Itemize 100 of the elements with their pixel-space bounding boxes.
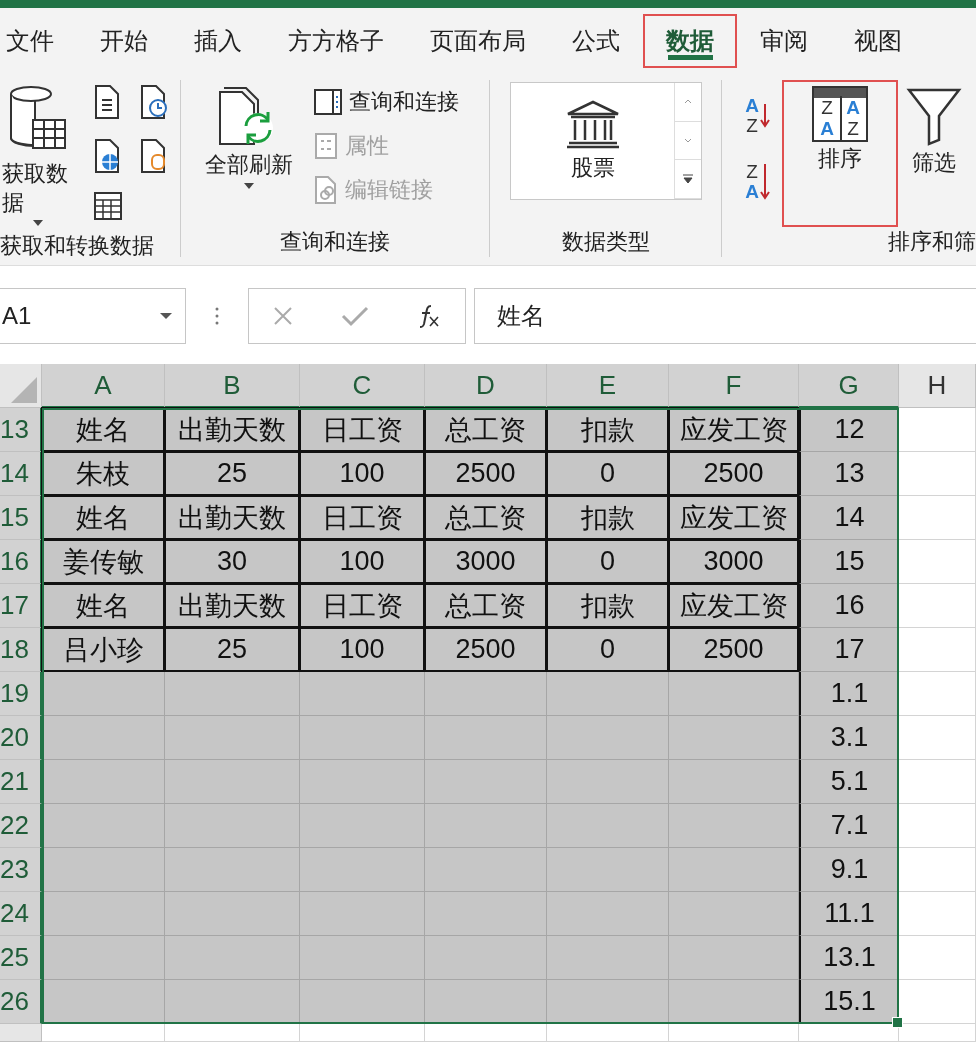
column-header[interactable]: A — [42, 364, 165, 408]
close-icon — [272, 305, 295, 327]
table-icon[interactable] — [93, 191, 123, 222]
fill-handle[interactable] — [892, 1017, 903, 1028]
row-header[interactable]: 24 — [0, 892, 42, 936]
panel-icon — [313, 88, 343, 116]
table-cell: 应发工资 — [668, 583, 799, 628]
sort-descending-button[interactable]: Z A — [742, 160, 776, 204]
stocks-button[interactable]: 股票 — [511, 83, 675, 199]
ribbon-tab[interactable]: 视图 — [831, 14, 925, 68]
table-cell: 姓名 — [41, 583, 165, 628]
table-cell: 3000 — [424, 539, 547, 584]
table-cell: 100 — [299, 451, 425, 496]
ribbon-group-label: 数据类型 — [560, 228, 651, 256]
table-cell: 应发工资 — [668, 407, 799, 452]
row-header[interactable]: 18 — [0, 628, 42, 672]
get-data-button[interactable]: 获取数据 — [0, 80, 80, 232]
filter-icon — [906, 86, 962, 146]
ribbon-group-label: 获取和转换数据 — [0, 232, 155, 261]
column-header[interactable]: H — [899, 364, 976, 408]
table-cell: 朱枝 — [41, 451, 165, 496]
ribbon-tab[interactable]: 开始 — [77, 14, 171, 68]
column-header[interactable]: C — [300, 364, 425, 408]
row-header[interactable]: 16 — [0, 540, 42, 584]
row-header[interactable]: 26 — [0, 980, 42, 1024]
table-cell: 总工资 — [424, 495, 547, 540]
table-cell: 30 — [164, 539, 300, 584]
table-cell: 15.1 — [799, 980, 899, 1024]
caret-icon — [684, 138, 693, 143]
row-header[interactable]: 17 — [0, 584, 42, 628]
table-cell: 3.1 — [799, 716, 899, 760]
table-cell: 0 — [546, 539, 669, 584]
row-header[interactable]: 14 — [0, 452, 42, 496]
table-cell: 总工资 — [424, 583, 547, 628]
table-cell: 3000 — [668, 539, 799, 584]
table-cell: 13 — [799, 452, 899, 496]
row-header[interactable]: 23 — [0, 848, 42, 892]
row-header[interactable]: 21 — [0, 760, 42, 804]
more-icon — [215, 306, 219, 326]
ribbon-tab[interactable]: 数据 — [643, 14, 737, 68]
row-header[interactable]: 20 — [0, 716, 42, 760]
ribbon-tab[interactable]: 审阅 — [737, 14, 831, 68]
table-cell: 吕小珍 — [41, 627, 165, 672]
formula-field[interactable]: 姓名 — [474, 288, 976, 344]
table-cell: 16 — [799, 584, 899, 628]
row-header[interactable]: 13 — [0, 408, 42, 452]
table-cell: 2500 — [424, 627, 547, 672]
down-arrow-icon — [760, 104, 770, 128]
table-cell: 日工资 — [299, 407, 425, 452]
dropdown-icon — [159, 312, 173, 320]
table-cell: 姓名 — [41, 495, 165, 540]
document-icon[interactable] — [139, 84, 169, 120]
table-cell: 17 — [799, 628, 899, 672]
row-header[interactable]: 19 — [0, 672, 42, 716]
table-cell: 总工资 — [424, 407, 547, 452]
table-cell: 扣款 — [546, 495, 669, 540]
filter-button[interactable]: 筛选 — [904, 80, 964, 227]
table-cell: 12 — [799, 408, 899, 452]
triangle-icon — [11, 377, 37, 403]
sort-ascending-button[interactable]: A Z — [742, 94, 776, 138]
table-cell: 姓名 — [41, 407, 165, 452]
row-header[interactable]: 25 — [0, 936, 42, 980]
table-cell: 7.1 — [799, 804, 899, 848]
table-cell: 2500 — [424, 451, 547, 496]
ribbon-tab[interactable]: 页面布局 — [407, 14, 549, 68]
row-header[interactable]: 22 — [0, 804, 42, 848]
row-header[interactable]: 15 — [0, 496, 42, 540]
table-cell: 日工资 — [299, 495, 425, 540]
column-header[interactable]: E — [547, 364, 669, 408]
ribbon-tab[interactable]: 插入 — [171, 14, 265, 68]
refresh-all-button[interactable]: 全部刷新 — [199, 80, 299, 227]
ribbon-tab[interactable]: 方方格子 — [265, 14, 407, 68]
down-arrow-icon — [760, 164, 770, 200]
caret-icon — [32, 219, 44, 228]
table-cell: 2500 — [668, 627, 799, 672]
table-cell: 扣款 — [546, 583, 669, 628]
name-box[interactable]: A1 — [0, 288, 186, 344]
table-cell: 15 — [799, 540, 899, 584]
ribbon-tab[interactable]: 公式 — [549, 14, 643, 68]
table-cell: 11.1 — [799, 892, 899, 936]
table-cell: 日工资 — [299, 583, 425, 628]
table-cell: 25 — [164, 451, 300, 496]
ribbon-button[interactable]: 查询和连接 — [309, 80, 463, 124]
ribbon-group-label: 查询和连接 — [279, 228, 392, 256]
column-header[interactable]: D — [425, 364, 547, 408]
table-cell: 1.1 — [799, 672, 899, 716]
column-header[interactable]: F — [669, 364, 799, 408]
checkmark-icon — [341, 305, 369, 327]
table-cell: 出勤天数 — [164, 583, 300, 628]
column-header[interactable]: G — [799, 364, 899, 408]
table-cell: 姜传敏 — [41, 539, 165, 584]
table-cell: 0 — [546, 627, 669, 672]
document-link-icon — [313, 175, 339, 205]
sort-button[interactable]: Z A A Z 排序 — [782, 80, 898, 227]
table-cell: 0 — [546, 451, 669, 496]
table-cell: 25 — [164, 627, 300, 672]
column-header[interactable]: B — [165, 364, 300, 408]
table-cell: 100 — [299, 627, 425, 672]
ribbon-tab[interactable]: 文件 — [4, 14, 77, 68]
table-cell: 100 — [299, 539, 425, 584]
